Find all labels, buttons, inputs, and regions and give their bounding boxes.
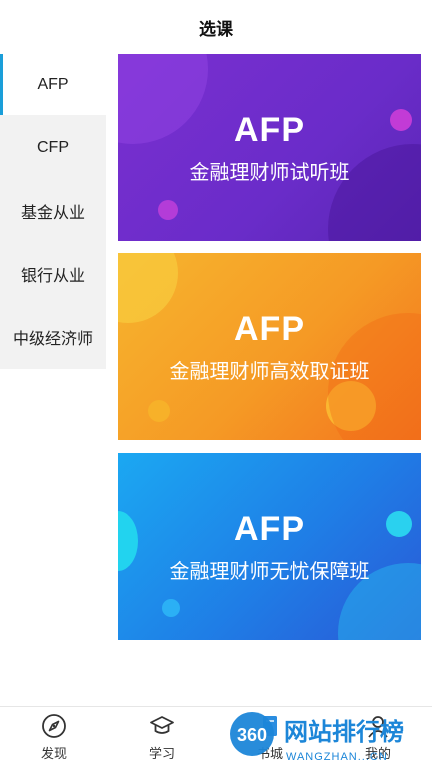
sidebar-item-bank[interactable]: 银行从业 — [0, 243, 106, 304]
tab-label: 我的 — [364, 746, 391, 761]
sidebar-item-label: 中级经济师 — [12, 330, 93, 348]
decor-circle — [118, 511, 138, 571]
course-list: AFP 金融理财师试听班 AFP 金融理财师高效取证班 AFP 金融理财师无忧保… — [106, 54, 432, 706]
course-title: AFP — [234, 509, 305, 548]
course-title: AFP — [234, 309, 305, 348]
sidebar-item-label: CFP — [37, 138, 69, 156]
decor-circle — [158, 200, 178, 220]
sidebar-item-fund[interactable]: 基金从业 — [0, 180, 106, 241]
book-icon — [263, 716, 277, 736]
sidebar-empty-area — [0, 369, 106, 709]
graduation-cap-icon — [150, 716, 174, 734]
course-subtitle: 金融理财师无忧保障班 — [169, 560, 370, 583]
decor-circle — [390, 109, 412, 131]
bottom-tab-bar: 发现 学习 书城 我的 — [0, 706, 432, 768]
decor-circle — [118, 253, 178, 323]
course-card[interactable]: AFP 金融理财师试听班 — [118, 54, 421, 241]
tab-label: 学习 — [148, 746, 175, 761]
tab-label: 发现 — [40, 746, 67, 761]
tab-mine[interactable]: 我的 — [324, 707, 432, 768]
sidebar-item-label: 银行从业 — [20, 267, 85, 285]
tab-study[interactable]: 学习 — [108, 707, 216, 768]
course-card[interactable]: AFP 金融理财师无忧保障班 — [118, 453, 421, 640]
sidebar-item-economist[interactable]: 中级经济师 — [0, 306, 106, 367]
tab-bookstore[interactable]: 书城 — [216, 707, 324, 768]
person-icon — [368, 716, 388, 738]
sidebar-item-cfp[interactable]: CFP — [0, 117, 106, 178]
decor-circle — [148, 400, 170, 422]
sidebar-item-label: 基金从业 — [20, 204, 85, 222]
course-title: AFP — [234, 110, 305, 149]
sidebar-item-afp[interactable]: AFP — [0, 54, 106, 115]
course-subtitle: 金融理财师试听班 — [189, 161, 350, 184]
decor-circle — [162, 599, 180, 617]
course-card[interactable]: AFP 金融理财师高效取证班 — [118, 253, 421, 440]
tab-discover[interactable]: 发现 — [0, 707, 108, 768]
decor-circle — [386, 511, 412, 537]
compass-icon — [42, 714, 66, 738]
tab-label: 书城 — [256, 746, 283, 761]
page-title: 选课 — [199, 19, 233, 39]
course-subtitle: 金融理财师高效取证班 — [169, 360, 370, 383]
decor-circle — [118, 54, 208, 144]
sidebar-item-label: AFP — [37, 75, 69, 93]
top-bar: 选课 — [0, 0, 432, 54]
category-sidebar: AFP CFP 基金从业 银行从业 中级经济师 — [0, 54, 106, 709]
